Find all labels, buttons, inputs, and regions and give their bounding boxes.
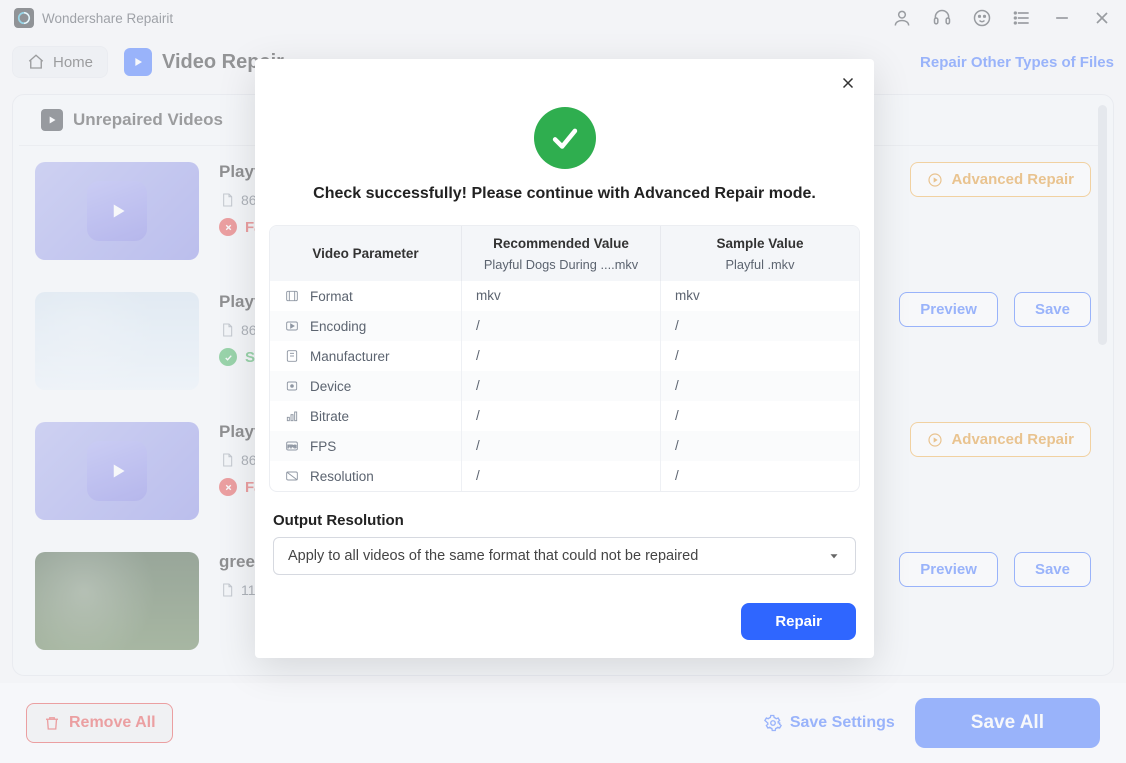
modal-footer: Repair	[255, 575, 874, 658]
param-name-cell: Device	[270, 371, 462, 401]
table-row: Device//	[270, 371, 859, 401]
col-video-parameter: Video Parameter	[270, 226, 462, 281]
recommended-cell: /	[462, 431, 661, 461]
col-sample-sub: Playful .mkv	[726, 257, 795, 272]
recommended-cell: /	[462, 371, 661, 401]
param-name-cell: Encoding	[270, 311, 462, 341]
repair-button[interactable]: Repair	[741, 603, 856, 640]
chevron-down-icon	[827, 549, 841, 563]
sample-cell: /	[661, 371, 859, 401]
param-name-cell: Bitrate	[270, 401, 462, 431]
param-name-cell: Resolution	[270, 461, 462, 491]
recommended-cell: /	[462, 401, 661, 431]
parameter-table: Video Parameter Recommended Value Playfu…	[269, 225, 860, 492]
param-name-cell: FPSFPS	[270, 431, 462, 461]
recommended-cell: /	[462, 311, 661, 341]
param-icon	[284, 318, 300, 334]
output-resolution-value: Apply to all videos of the same format t…	[288, 548, 698, 564]
modal-close-button[interactable]	[836, 71, 860, 95]
param-name-cell: Format	[270, 281, 462, 311]
param-name-cell: Manufacturer	[270, 341, 462, 371]
table-header: Video Parameter Recommended Value Playfu…	[270, 226, 859, 281]
sample-cell: /	[661, 431, 859, 461]
table-row: Encoding//	[270, 311, 859, 341]
table-row: Formatmkvmkv	[270, 281, 859, 311]
sample-cell: mkv	[661, 281, 859, 311]
output-resolution-select[interactable]: Apply to all videos of the same format t…	[273, 537, 856, 575]
col-recommended-sub: Playful Dogs During ....mkv	[484, 257, 638, 272]
advanced-repair-modal: Check successfully! Please continue with…	[255, 59, 874, 658]
col-sample: Sample Value Playful .mkv	[661, 226, 859, 281]
recommended-cell: /	[462, 461, 661, 491]
sample-cell: /	[661, 341, 859, 371]
svg-text:FPS: FPS	[287, 444, 296, 449]
success-check-icon	[534, 107, 596, 169]
table-row: Manufacturer//	[270, 341, 859, 371]
sample-cell: /	[661, 311, 859, 341]
recommended-cell: /	[462, 341, 661, 371]
param-icon	[284, 378, 300, 394]
output-resolution-label: Output Resolution	[273, 512, 856, 529]
col-recommended-label: Recommended Value	[493, 236, 629, 251]
table-row: Bitrate//	[270, 401, 859, 431]
col-recommended: Recommended Value Playful Dogs During ..…	[462, 226, 661, 281]
sample-cell: /	[661, 461, 859, 491]
param-icon	[284, 468, 300, 484]
param-icon	[284, 288, 300, 304]
recommended-cell: mkv	[462, 281, 661, 311]
param-icon	[284, 348, 300, 364]
col-sample-label: Sample Value	[716, 236, 803, 251]
param-icon	[284, 408, 300, 424]
table-row: Resolution//	[270, 461, 859, 491]
modal-message: Check successfully! Please continue with…	[255, 185, 874, 225]
sample-cell: /	[661, 401, 859, 431]
table-row: FPSFPS//	[270, 431, 859, 461]
param-icon: FPS	[284, 438, 300, 454]
